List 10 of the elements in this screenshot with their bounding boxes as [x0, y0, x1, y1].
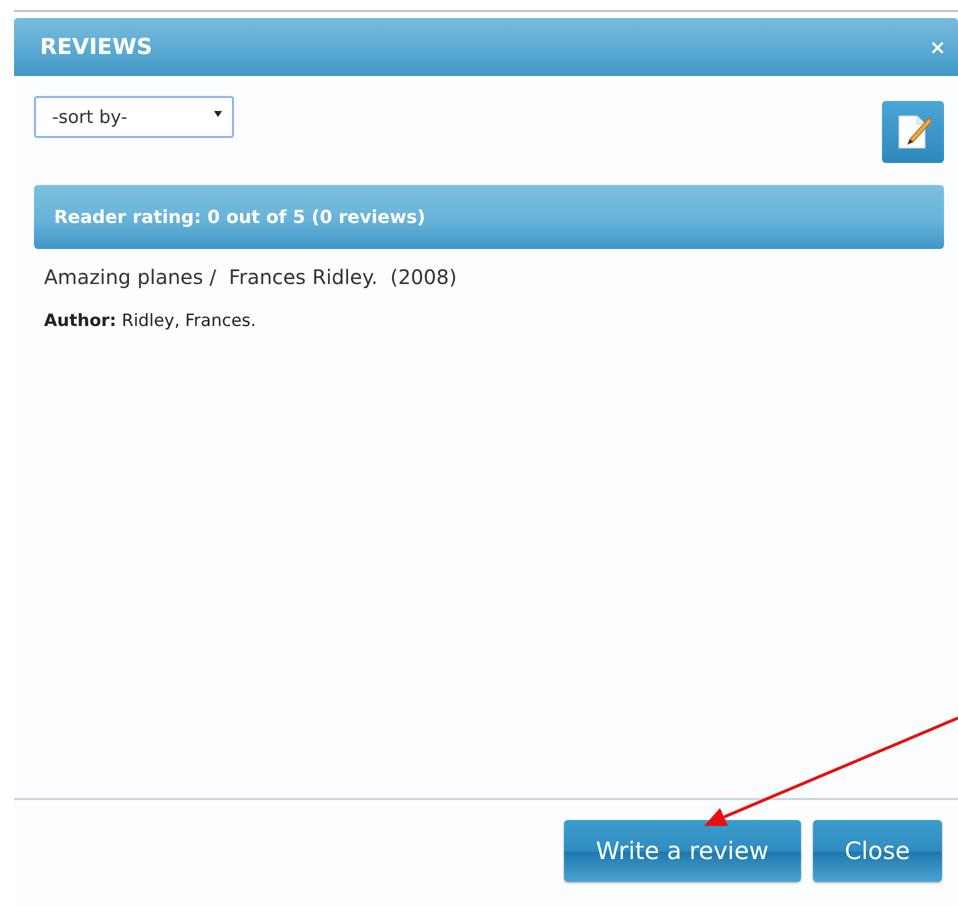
- dialog-title: REVIEWS: [40, 34, 152, 60]
- close-button[interactable]: ×: [925, 35, 950, 59]
- author-line: Author: Ridley, Frances.: [44, 311, 257, 331]
- sort-dropdown[interactable]: -sort by-: [34, 96, 234, 138]
- book-title: Amazing planes / Frances Ridley. (2008): [44, 265, 458, 289]
- write-review-button[interactable]: Write a review: [564, 820, 801, 882]
- write-review-icon-button[interactable]: [882, 101, 944, 163]
- close-dialog-button[interactable]: Close: [812, 820, 942, 882]
- caret-icon: [214, 111, 222, 117]
- rating-text: Reader rating: 0 out of 5 (0 reviews): [54, 206, 426, 228]
